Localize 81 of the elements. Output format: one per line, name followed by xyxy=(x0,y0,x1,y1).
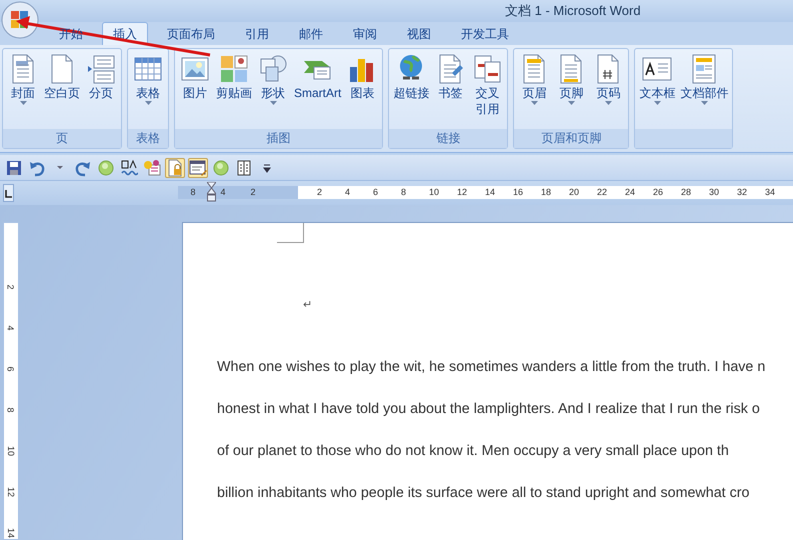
ruler-number: 2 xyxy=(250,186,256,199)
ruler-number: 14 xyxy=(485,186,496,199)
bookmark-page-button[interactable]: 书签 xyxy=(432,51,468,127)
ribbon-tab[interactable]: 开发工具 xyxy=(450,22,520,45)
ruler-number: 26 xyxy=(653,186,664,199)
save-icon xyxy=(5,158,23,176)
ruler-number: 2 xyxy=(5,284,17,290)
color-palette-icon xyxy=(143,158,161,176)
ruler-number: 6 xyxy=(373,186,380,199)
ruler-number: 12 xyxy=(457,186,468,199)
indent-marker-icon[interactable] xyxy=(207,182,216,202)
globe-chain-button[interactable]: 超链接 xyxy=(391,51,432,127)
text-line: of our planet to those who do not know it. Men occupy a very small place upon th xyxy=(217,443,729,459)
text-line: When one wishes to play the wit, he sometimes wanders a little from the truth. I have n xyxy=(217,359,766,375)
text-line: billion inhabitants who people its surface were all to stand upright and somewhat cro xyxy=(217,485,750,501)
cover-page-button[interactable]: 封面 xyxy=(5,51,41,127)
picture-button[interactable]: 图片 xyxy=(177,51,213,127)
ruler-number: 16 xyxy=(513,186,524,199)
page-lock-button[interactable] xyxy=(165,158,185,178)
ruler-number: 8 xyxy=(5,408,17,412)
sphere-icon xyxy=(212,158,230,176)
ruler-number: 4 xyxy=(345,186,352,199)
spelling-button[interactable] xyxy=(119,158,139,178)
ruler-number: 8 xyxy=(401,186,408,199)
ribbon-tab[interactable]: 页面布局 xyxy=(156,22,226,45)
ruler-number: 14 xyxy=(5,528,17,538)
page-footer-button[interactable]: 页脚 xyxy=(553,51,590,127)
page-break-button[interactable]: 分页 xyxy=(83,51,119,127)
ruler-number: 12 xyxy=(5,487,17,497)
document-parts-button[interactable]: 文档部件 xyxy=(678,51,730,127)
margin-corner-mark xyxy=(277,223,304,243)
ruler-number: 4 xyxy=(220,186,226,199)
office-button-icon[interactable] xyxy=(2,2,38,38)
shapes-button[interactable]: 形状 xyxy=(255,51,291,127)
group-label: 页 xyxy=(56,131,68,145)
group-label: 页眉和页脚 xyxy=(541,131,602,145)
ribbon-tab[interactable]: 引用 xyxy=(234,22,280,45)
ruler-number: 6 xyxy=(5,366,17,372)
spelling-icon xyxy=(120,158,138,176)
ribbon-tab[interactable]: 视图 xyxy=(396,22,442,45)
tab-stop-icon xyxy=(4,188,13,198)
columns-icon xyxy=(235,158,253,176)
ruler-number: 2 xyxy=(317,186,324,199)
ruler-number: 30 xyxy=(709,186,720,199)
table-grid-button[interactable]: 表格 xyxy=(130,51,166,127)
page-break-icon xyxy=(85,53,117,85)
ruler-number: 4 xyxy=(5,326,17,330)
tab-stop-selector[interactable] xyxy=(3,184,14,202)
ruler-number: 28 xyxy=(681,186,692,199)
group-label: 表格 xyxy=(136,131,160,145)
paragraph-mark: ↵ xyxy=(303,299,312,311)
ruler-number: 32 xyxy=(737,186,748,199)
ruler-number: 8 xyxy=(190,186,196,199)
bar-chart-button[interactable]: 图表 xyxy=(344,51,380,127)
ruler-number: 20 xyxy=(569,186,580,199)
smartart-button[interactable]: SmartArt xyxy=(292,51,344,127)
window-title: 文档 1 - Microsoft Word xyxy=(504,3,641,18)
text-box-button[interactable]: 文本框 xyxy=(637,51,678,127)
form-button[interactable] xyxy=(188,158,208,178)
ruler-number: 10 xyxy=(429,186,440,199)
ribbon-tab[interactable]: 邮件 xyxy=(288,22,334,45)
clipart-button[interactable]: 剪贴画 xyxy=(214,51,254,127)
clipart-icon xyxy=(218,53,250,85)
group-label: 插图 xyxy=(266,131,291,145)
blank-page-button[interactable]: 空白页 xyxy=(42,51,82,127)
ruler-number: 22 xyxy=(597,186,608,199)
ruler-number: 34 xyxy=(765,186,776,199)
color-palette-button[interactable] xyxy=(142,158,162,178)
text-line: honest in what I have told you about the lamplighters. And I realize that I run the risk o xyxy=(217,401,760,417)
caret-icon xyxy=(57,166,63,169)
form-icon xyxy=(189,158,207,176)
ribbon-tab[interactable]: 审阅 xyxy=(342,22,388,45)
group-label: 链接 xyxy=(436,131,460,145)
sphere-icon xyxy=(97,158,115,176)
page-number-button[interactable]: 页码 xyxy=(590,51,626,127)
ruler-number: 10 xyxy=(5,446,17,456)
page-lock-icon xyxy=(166,158,184,176)
cross-reference-button[interactable]: 交叉 引用 xyxy=(469,51,506,127)
page-header-button[interactable]: 页眉 xyxy=(516,51,552,127)
ruler-number: 18 xyxy=(541,186,552,199)
ruler-number: 24 xyxy=(625,186,636,199)
